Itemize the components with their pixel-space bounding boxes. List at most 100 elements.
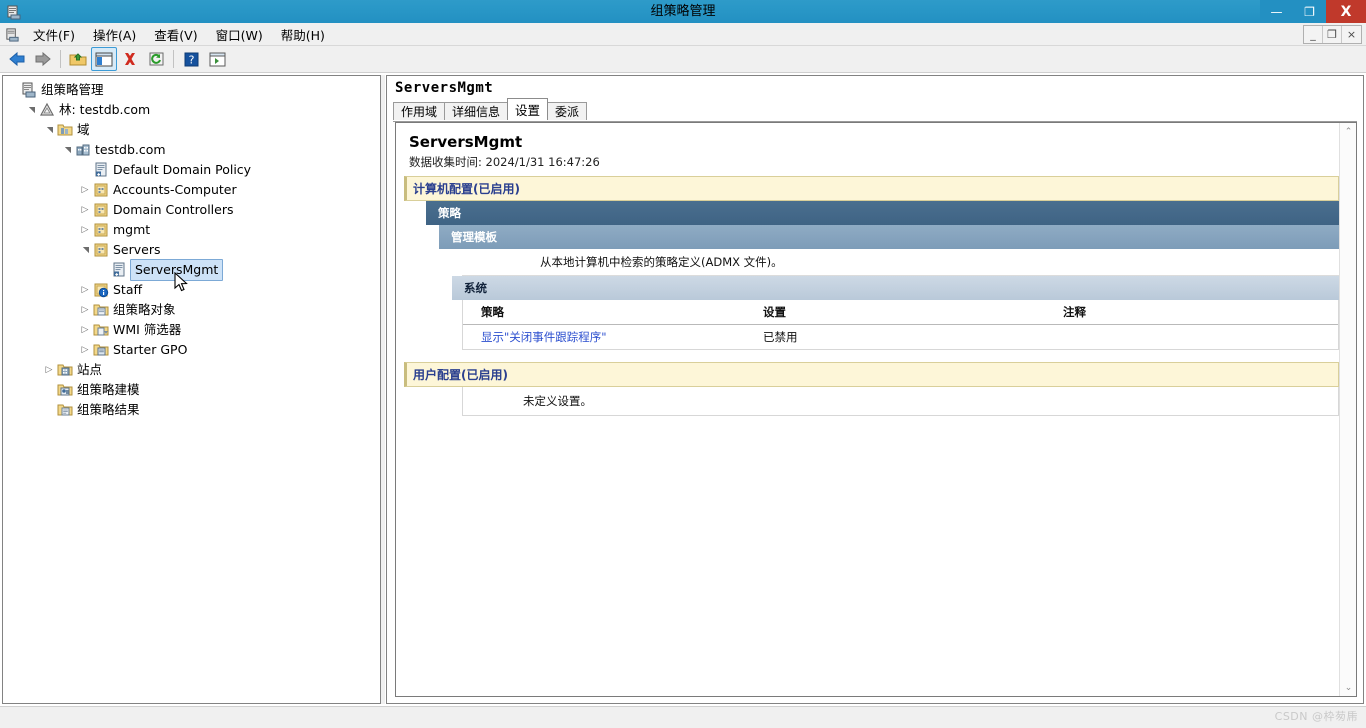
wmi-filter-icon bbox=[92, 321, 110, 339]
tree-node--[interactable]: 组策略建模 bbox=[6, 380, 380, 400]
tree-node--[interactable]: 组策略结果 bbox=[6, 400, 380, 420]
menu-bar: 文件(F) 操作(A) 查看(V) 窗口(W) 帮助(H) _ ❐ × bbox=[0, 23, 1366, 46]
chevron-right-icon[interactable]: ▷ bbox=[78, 340, 92, 360]
chevron-right-icon[interactable]: ▷ bbox=[42, 360, 56, 380]
menu-action[interactable]: 操作(A) bbox=[84, 23, 145, 46]
chevron-right-icon[interactable]: ▷ bbox=[78, 200, 92, 220]
close-button[interactable]: X bbox=[1326, 0, 1366, 23]
tree-node-label: Accounts-Computer bbox=[113, 182, 237, 197]
menu-help[interactable]: 帮助(H) bbox=[272, 23, 334, 46]
chevron-right-icon[interactable]: ▷ bbox=[78, 180, 92, 200]
export-list-icon[interactable] bbox=[204, 47, 230, 71]
administrative-templates-header[interactable]: 管理模板 bbox=[439, 225, 1339, 249]
tab-details[interactable]: 详细信息 bbox=[444, 102, 509, 120]
tree-node--[interactable]: ◢ 域 bbox=[6, 120, 380, 140]
mdi-restore-button[interactable]: ❐ bbox=[1323, 26, 1342, 43]
chevron-right-icon[interactable]: ▷ bbox=[78, 220, 92, 240]
report-collected-time: 数据收集时间: 2024/1/31 16:47:26 bbox=[409, 155, 600, 169]
report-scrollbar[interactable]: ⌃ ⌄ bbox=[1339, 123, 1356, 696]
tree-node-label: Starter GPO bbox=[113, 342, 188, 357]
settings-report-frame: ServersMgmt 数据收集时间: 2024/1/31 16:47:26 计… bbox=[395, 122, 1357, 697]
tree-node-domain-controllers[interactable]: ▷ Domain Controllers bbox=[6, 200, 380, 220]
tab-strip: 作用域 详细信息 设置 委派 bbox=[393, 98, 588, 120]
menu-file[interactable]: 文件(F) bbox=[24, 23, 84, 46]
svg-text:?: ? bbox=[188, 53, 194, 66]
minimize-button[interactable]: — bbox=[1260, 0, 1293, 23]
console-icon bbox=[0, 27, 24, 42]
scroll-down-arrow-icon[interactable]: ⌄ bbox=[1340, 679, 1356, 696]
refresh-icon[interactable] bbox=[143, 47, 169, 71]
column-header-policy: 策略 bbox=[481, 305, 504, 319]
tree-node-label: 组策略管理 bbox=[41, 82, 104, 97]
gpo-link-icon bbox=[110, 261, 128, 279]
tree-node-label: 组策略结果 bbox=[77, 402, 140, 417]
tree-node-label: Domain Controllers bbox=[113, 202, 234, 217]
maximize-button[interactable]: ❐ bbox=[1293, 0, 1326, 23]
help-icon[interactable]: ? bbox=[178, 47, 204, 71]
tree-node-label: WMI 筛选器 bbox=[113, 322, 182, 337]
ou-icon bbox=[92, 221, 110, 239]
tree-node--[interactable]: ▷ 组策略对象 bbox=[6, 300, 380, 320]
back-icon[interactable] bbox=[4, 47, 30, 71]
tab-delegation[interactable]: 委派 bbox=[547, 102, 588, 120]
computer-configuration-header[interactable]: 计算机配置(已启用) bbox=[404, 176, 1339, 201]
results-pane: ServersMgmt 作用域 详细信息 设置 委派 ServersMgmt 数… bbox=[386, 75, 1364, 704]
tree-node--[interactable]: 组策略管理 bbox=[6, 80, 380, 100]
chevron-down-icon[interactable]: ◢ bbox=[57, 143, 77, 157]
chevron-right-icon[interactable]: ▷ bbox=[78, 300, 92, 320]
system-header[interactable]: 系统 bbox=[452, 276, 1339, 300]
policy-name-link[interactable]: 显示"关闭事件跟踪程序" bbox=[463, 329, 763, 345]
toolbar-separator-2 bbox=[173, 50, 174, 68]
gpo-link-icon bbox=[92, 161, 110, 179]
tree-node-accounts-computer[interactable]: ▷ Accounts-Computer bbox=[6, 180, 380, 200]
title-bar: 组策略管理 — ❐ X bbox=[0, 0, 1366, 23]
up-folder-icon[interactable] bbox=[65, 47, 91, 71]
console-tree-pane[interactable]: 组策略管理 ◢ 林: testdb.com ◢ 域 ◢ testdb.com Default … bbox=[2, 75, 381, 704]
toolbar-separator bbox=[60, 50, 61, 68]
tree-node--[interactable]: ▷ 站点 bbox=[6, 360, 380, 380]
tree-node-staff[interactable]: ▷ Staff bbox=[6, 280, 380, 300]
forward-icon[interactable] bbox=[30, 47, 56, 71]
tree-node-starter-gpo[interactable]: ▷ Starter GPO bbox=[6, 340, 380, 360]
modeling-icon bbox=[56, 381, 74, 399]
starter-gpo-icon bbox=[92, 341, 110, 359]
chevron-down-icon[interactable]: ◢ bbox=[39, 123, 59, 137]
tree-node-testdb-com[interactable]: ◢ testdb.com bbox=[6, 140, 380, 160]
chevron-down-icon[interactable]: ◢ bbox=[75, 243, 95, 257]
ou-icon bbox=[92, 201, 110, 219]
policies-header[interactable]: 策略 bbox=[426, 201, 1339, 225]
delete-icon[interactable] bbox=[117, 47, 143, 71]
tree-node-mgmt[interactable]: ▷ mgmt bbox=[6, 220, 380, 240]
tree-node--testdb-com[interactable]: ◢ 林: testdb.com bbox=[6, 100, 380, 120]
tree-node-wmi-[interactable]: ▷ WMI 筛选器 bbox=[6, 320, 380, 340]
scroll-up-arrow-icon[interactable]: ⌃ bbox=[1340, 123, 1356, 140]
chevron-right-icon[interactable]: ▷ bbox=[78, 280, 92, 300]
chevron-right-icon[interactable]: ▷ bbox=[78, 320, 92, 340]
table-row: 显示"关闭事件跟踪程序" 已禁用 bbox=[463, 325, 1338, 349]
tree-node-serversmgmt[interactable]: ServersMgmt bbox=[6, 259, 380, 281]
chevron-down-icon[interactable]: ◢ bbox=[21, 103, 41, 117]
policy-comment-value bbox=[1063, 329, 1338, 345]
results-icon bbox=[56, 401, 74, 419]
mdi-minimize-button[interactable]: _ bbox=[1304, 26, 1323, 43]
watermark: CSDN @枠茐乕 bbox=[1274, 710, 1358, 723]
menu-view[interactable]: 查看(V) bbox=[145, 23, 206, 46]
console-root-icon bbox=[20, 81, 38, 99]
user-configuration-note: 未定义设置。 bbox=[462, 387, 1339, 416]
policy-table: 策略 设置 注释 显示"关闭事件跟踪程序" 已禁用 bbox=[462, 300, 1339, 350]
column-header-comment: 注释 bbox=[1063, 305, 1086, 319]
user-configuration-header[interactable]: 用户配置(已启用) bbox=[404, 362, 1339, 387]
menu-window[interactable]: 窗口(W) bbox=[207, 23, 272, 46]
tree-node-default-domain-policy[interactable]: Default Domain Policy bbox=[6, 160, 380, 180]
mdi-close-button[interactable]: × bbox=[1342, 26, 1361, 43]
tree-node-label: 组策略对象 bbox=[113, 302, 176, 317]
pane-splitter[interactable] bbox=[381, 75, 385, 704]
tree-node-servers[interactable]: ◢ Servers bbox=[6, 240, 380, 260]
tab-settings[interactable]: 设置 bbox=[507, 98, 549, 120]
tree-node-label: 林: testdb.com bbox=[59, 102, 151, 117]
show-hide-console-tree-icon[interactable] bbox=[91, 47, 117, 71]
tab-scope[interactable]: 作用域 bbox=[393, 102, 446, 120]
